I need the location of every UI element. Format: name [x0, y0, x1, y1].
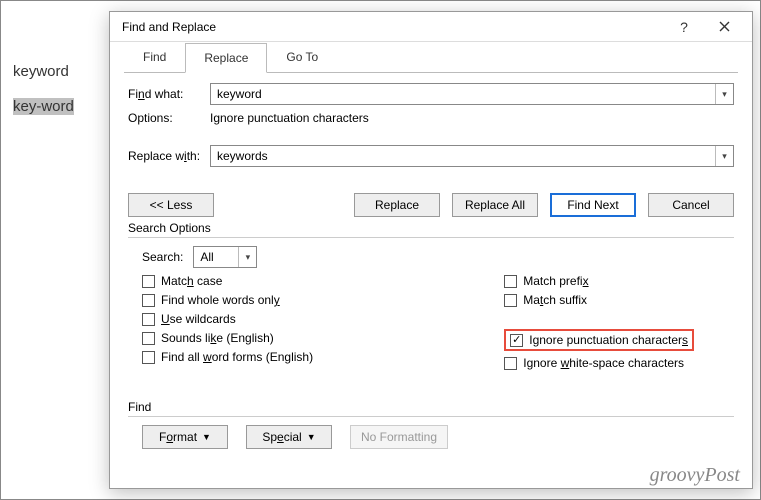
- replace-button[interactable]: Replace: [354, 193, 440, 217]
- tab-goto-label: Go To: [286, 50, 318, 64]
- find-what-label: Find what:: [128, 87, 204, 101]
- dropdown-icon[interactable]: ▾: [238, 247, 256, 267]
- ignore-whitespace-checkbox[interactable]: Ignore white-space characters: [504, 356, 694, 370]
- tab-goto[interactable]: Go To: [267, 42, 337, 72]
- close-button[interactable]: [704, 13, 744, 41]
- find-section-title: Find: [128, 400, 734, 414]
- find-what-combo[interactable]: ▾: [210, 83, 734, 105]
- dropdown-icon[interactable]: ▾: [715, 84, 733, 104]
- ignore-punct-checkbox[interactable]: Ignore punctuation characters: [510, 333, 688, 347]
- find-what-input[interactable]: [211, 84, 715, 104]
- tab-bar: Find Replace Go To: [110, 42, 752, 72]
- whole-words-checkbox[interactable]: Find whole words only: [142, 293, 313, 307]
- watermark: groovyPost: [650, 464, 740, 487]
- caret-down-icon: ▼: [307, 432, 316, 442]
- options-value: Ignore punctuation characters: [210, 111, 369, 125]
- sounds-like-checkbox[interactable]: Sounds like (English): [142, 331, 313, 345]
- cancel-button[interactable]: Cancel: [648, 193, 734, 217]
- tab-find-label: Find: [143, 50, 166, 64]
- no-formatting-button: No Formatting: [350, 425, 448, 449]
- tab-replace[interactable]: Replace: [185, 43, 267, 73]
- replace-all-button[interactable]: Replace All: [452, 193, 538, 217]
- find-replace-dialog: Find and Replace ? Find Replace Go To Fi…: [109, 11, 753, 489]
- find-next-button[interactable]: Find Next: [550, 193, 636, 217]
- less-button[interactable]: << Less: [128, 193, 214, 217]
- doc-text-1: keyword: [13, 63, 69, 80]
- replace-with-label: Replace with:: [128, 149, 204, 163]
- doc-text-2-selected: key-word: [13, 98, 74, 115]
- titlebar: Find and Replace ?: [110, 12, 752, 42]
- replace-all-button-label: Replace All: [465, 198, 525, 212]
- search-direction-label: Search:: [142, 250, 183, 264]
- replace-with-combo[interactable]: ▾: [210, 145, 734, 167]
- no-formatting-label: No Formatting: [361, 430, 437, 444]
- ignore-punct-highlight: Ignore punctuation characters: [504, 329, 694, 351]
- tab-replace-label: Replace: [204, 51, 248, 65]
- search-direction-value: [194, 247, 238, 267]
- replace-with-input[interactable]: [211, 146, 715, 166]
- tab-find[interactable]: Find: [124, 42, 185, 72]
- format-button[interactable]: Format▼: [142, 425, 228, 449]
- search-direction-select[interactable]: ▾: [193, 246, 257, 268]
- word-forms-checkbox[interactable]: Find all word forms (English): [142, 350, 313, 364]
- less-button-label: << Less: [150, 198, 193, 212]
- cancel-button-label: Cancel: [672, 198, 709, 212]
- search-options-title: Search Options: [128, 221, 734, 235]
- match-case-checkbox[interactable]: Match case: [142, 274, 313, 288]
- match-suffix-checkbox[interactable]: Match suffix: [504, 293, 694, 307]
- find-next-button-label: Find Next: [567, 198, 618, 212]
- dialog-title: Find and Replace: [122, 20, 664, 34]
- replace-button-label: Replace: [375, 198, 419, 212]
- dropdown-icon[interactable]: ▾: [715, 146, 733, 166]
- match-prefix-checkbox[interactable]: Match prefix: [504, 274, 694, 288]
- special-button[interactable]: Special▼: [246, 425, 332, 449]
- use-wildcards-checkbox[interactable]: Use wildcards: [142, 312, 313, 326]
- help-button[interactable]: ?: [664, 13, 704, 41]
- caret-down-icon: ▼: [202, 432, 211, 442]
- options-label: Options:: [128, 111, 204, 125]
